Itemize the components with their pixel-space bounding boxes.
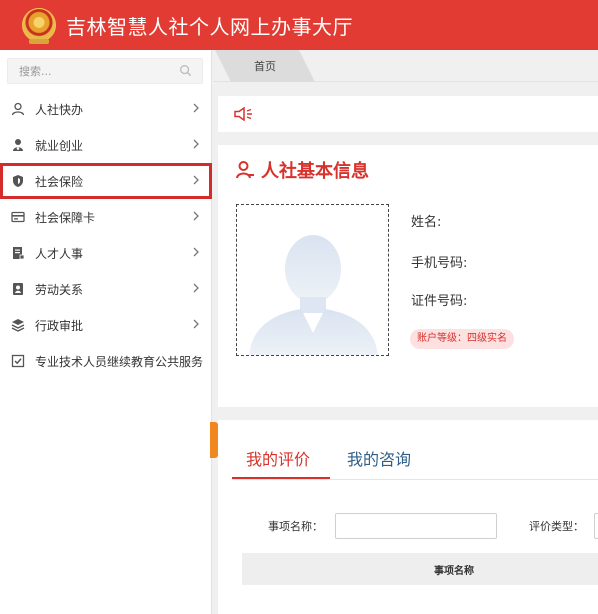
checkbox-icon: [11, 354, 25, 368]
sidebar-item-employment[interactable]: 就业创业: [0, 127, 212, 163]
chevron-right-icon: [193, 139, 199, 149]
sidebar: 人社快办 就业创业 社会保险 社会保障卡 人才人事 劳动关系: [0, 50, 212, 614]
sidebar-item-label: 人才人事: [35, 246, 84, 261]
sidebar-item-label: 劳动关系: [35, 282, 84, 297]
employment-icon: [11, 138, 25, 152]
app-header: 吉林智慧人社个人网上办事大厅: [0, 0, 598, 50]
sidebar-item-labor[interactable]: 劳动关系: [0, 271, 212, 307]
tab-bar: 首页: [213, 50, 598, 82]
table-header: 事项名称: [242, 553, 598, 585]
basic-info-heading: 人社基本信息: [235, 157, 369, 183]
evaluation-card: 我的评价 我的咨询 事项名称： 评价类型： 事项名称: [218, 420, 598, 614]
sidebar-item-label: 社会保险: [35, 174, 84, 189]
app-title: 吉林智慧人社个人网上办事大厅: [66, 14, 353, 39]
user-icon: [11, 102, 25, 116]
speaker-icon: [234, 107, 252, 121]
chevron-right-icon: [193, 247, 199, 257]
document-icon: [11, 246, 25, 260]
shield-icon: [11, 174, 25, 188]
item-name-label: 事项名称：: [268, 520, 323, 533]
chevron-right-icon: [193, 211, 199, 221]
tab-my-evaluation[interactable]: 我的评价: [246, 446, 310, 470]
id-number-label: 证件号码:: [411, 294, 468, 309]
tab-divider: [232, 479, 598, 480]
sidebar-item-label: 就业创业: [35, 138, 84, 153]
national-emblem-icon: [22, 8, 56, 44]
sidebar-item-social-insurance[interactable]: 社会保险: [0, 163, 212, 199]
basic-info-title: 人社基本信息: [261, 161, 369, 182]
id-badge-icon: [11, 282, 25, 296]
user-outline-icon: [236, 161, 254, 179]
avatar-placeholder-icon: [249, 235, 378, 355]
sidebar-item-continuing-education[interactable]: 专业技术人员继续教育公共服务: [0, 343, 212, 379]
basic-info-card: 人社基本信息 姓名: 手机号码: 证件号码: 账户等级：四级实名: [218, 145, 598, 407]
tab-home[interactable]: 首页: [215, 50, 315, 82]
tab-my-consultation[interactable]: 我的咨询: [347, 446, 411, 470]
account-level-badge: 账户等级：四级实名: [410, 329, 514, 349]
search-input[interactable]: [8, 59, 168, 83]
sidebar-item-label: 人社快办: [35, 102, 84, 117]
eval-type-select[interactable]: [594, 513, 598, 539]
sidebar-item-label: 社会保障卡: [35, 210, 96, 225]
sidebar-item-ss-card[interactable]: 社会保障卡: [0, 199, 212, 235]
sidebar-item-quick[interactable]: 人社快办: [0, 91, 212, 127]
card-icon: [11, 210, 25, 224]
chevron-right-icon: [193, 283, 199, 293]
chevron-right-icon: [193, 319, 199, 329]
phone-label: 手机号码:: [411, 256, 468, 271]
search-icon[interactable]: [179, 64, 192, 77]
chevron-right-icon: [193, 175, 199, 185]
eval-type-label: 评价类型：: [529, 520, 584, 533]
name-label: 姓名:: [411, 215, 442, 230]
column-header-item-name: 事项名称: [434, 566, 474, 577]
sidebar-item-label: 行政审批: [35, 318, 84, 333]
sidebar-item-approval[interactable]: 行政审批: [0, 307, 212, 343]
sidebar-collapse-handle[interactable]: [210, 422, 218, 458]
search-box: [7, 58, 203, 84]
sidebar-item-label: 专业技术人员继续教育公共服务: [35, 354, 204, 369]
chevron-right-icon: [193, 103, 199, 113]
notice-bar: [218, 96, 598, 132]
sidebar-item-talent[interactable]: 人才人事: [0, 235, 212, 271]
item-name-input[interactable]: [335, 513, 497, 539]
avatar-photo: [236, 204, 389, 356]
sidebar-menu: 人社快办 就业创业 社会保险 社会保障卡 人才人事 劳动关系 行政审批 专业技术…: [0, 91, 212, 379]
layers-icon: [11, 318, 25, 332]
